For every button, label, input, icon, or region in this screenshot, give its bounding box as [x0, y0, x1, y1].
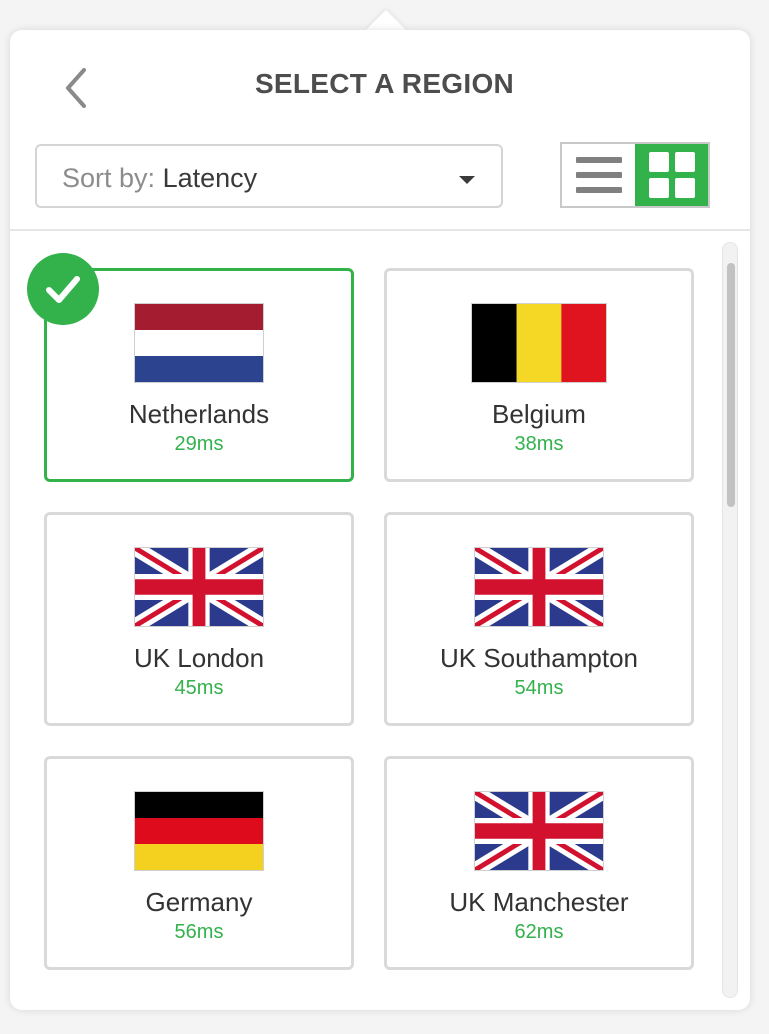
- page-title: SELECT A REGION: [254, 68, 515, 99]
- region-card-germany[interactable]: Germany 56ms: [44, 756, 354, 970]
- region-card-uk-manchester[interactable]: UK Manchester 62ms: [384, 756, 694, 970]
- region-selector-panel: SELECT A REGION Sort by: Latency Netherl…: [10, 30, 750, 1010]
- region-name: UK London: [133, 643, 265, 673]
- region-name: UK Southampton: [439, 643, 638, 673]
- header-divider: [10, 229, 750, 231]
- sort-prefix: Sort by:: [62, 163, 156, 193]
- sort-value: Latency: [162, 163, 258, 193]
- sort-label: Sort by: Latency: [62, 163, 257, 194]
- region-card-uk-southampton[interactable]: UK Southampton 54ms: [384, 512, 694, 726]
- uk-flag-icon: [474, 791, 604, 871]
- sort-dropdown[interactable]: Sort by: Latency: [35, 144, 503, 208]
- uk-flag-icon: [474, 547, 604, 627]
- scrollbar-thumb[interactable]: [727, 263, 735, 507]
- scrollbar[interactable]: [722, 242, 738, 998]
- region-latency: 29ms: [174, 433, 224, 455]
- list-icon: [575, 157, 622, 193]
- checkmark-icon: [27, 253, 99, 325]
- region-latency: 56ms: [174, 921, 224, 943]
- germany-flag-icon: [134, 791, 264, 871]
- region-name: UK Manchester: [449, 887, 629, 917]
- region-latency: 45ms: [174, 677, 224, 699]
- grid-icon: [648, 152, 695, 198]
- region-name: Germany: [145, 887, 253, 917]
- region-card-netherlands[interactable]: Netherlands 29ms: [27, 253, 354, 482]
- uk-flag-icon: [134, 547, 264, 627]
- popover-pointer: [364, 10, 408, 32]
- region-name: Belgium: [492, 399, 586, 429]
- view-toggle: [560, 142, 710, 208]
- region-latency: 38ms: [514, 433, 564, 455]
- region-card-uk-london[interactable]: UK London 45ms: [44, 512, 354, 726]
- netherlands-flag-icon: [134, 303, 264, 383]
- region-name: Netherlands: [128, 399, 270, 429]
- region-latency: 62ms: [514, 921, 564, 943]
- belgium-flag-icon: [471, 303, 607, 383]
- region-card-belgium[interactable]: Belgium 38ms: [384, 268, 694, 482]
- grid-view-button[interactable]: [635, 144, 708, 206]
- region-latency: 54ms: [514, 677, 564, 699]
- caret-down-icon: [459, 176, 475, 184]
- list-view-button[interactable]: [562, 144, 635, 206]
